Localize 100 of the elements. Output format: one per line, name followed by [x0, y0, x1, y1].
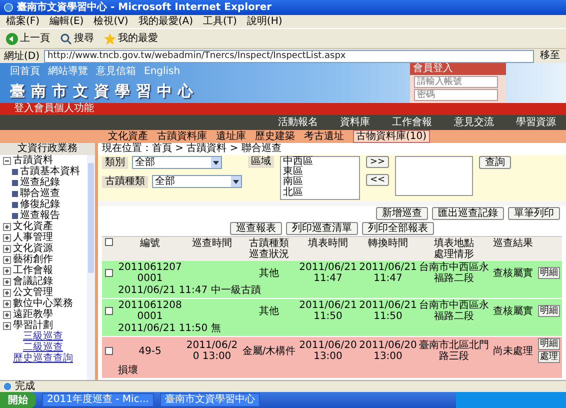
- select-all-checkbox[interactable]: [105, 238, 113, 246]
- sub-nav-link[interactable]: 歷史建築: [255, 131, 295, 142]
- tree-item[interactable]: 公文管理: [0, 287, 86, 298]
- add-button[interactable]: >>: [366, 156, 390, 168]
- sub-nav-link[interactable]: 遺址庫: [216, 131, 246, 142]
- column-header: 填表地點 處理情形: [418, 237, 490, 261]
- sub-nav-link[interactable]: 古蹟資料庫: [157, 131, 207, 142]
- action-button[interactable]: 單筆列印: [508, 207, 560, 220]
- action-button[interactable]: 新增巡查: [376, 207, 428, 220]
- expand-icon[interactable]: [3, 244, 11, 252]
- tree-item[interactable]: 古蹟基本資料: [0, 166, 86, 177]
- nav-link[interactable]: 資料庫: [340, 116, 370, 128]
- tree-item[interactable]: 學習計劃: [0, 320, 86, 331]
- kind-select[interactable]: 全部: [152, 175, 242, 188]
- selected-area-list[interactable]: [395, 156, 474, 196]
- sidebar-link[interactable]: 二級巡查: [0, 342, 86, 353]
- table-cell: 其他: [240, 261, 298, 285]
- expand-icon[interactable]: [3, 322, 11, 330]
- nav-link[interactable]: 活動報名: [278, 116, 318, 128]
- column-header: 巡查結果: [490, 237, 536, 261]
- sub-nav-link[interactable]: 考古遺址: [304, 131, 344, 142]
- go-button[interactable]: 移至: [538, 50, 562, 62]
- expand-icon[interactable]: [3, 234, 11, 242]
- back-button[interactable]: 上一頁: [4, 32, 52, 44]
- scrollbar[interactable]: [87, 155, 95, 380]
- menu-item[interactable]: 編輯(E): [50, 16, 84, 28]
- nav-link[interactable]: 意見交流: [454, 116, 494, 128]
- nav-link[interactable]: 工作會報: [392, 116, 432, 128]
- table-cell: 2011/06/21 11:50: [298, 299, 358, 323]
- list-option[interactable]: 北區: [283, 188, 357, 198]
- action-button[interactable]: 列印巡查清單: [286, 222, 358, 235]
- favorites-button[interactable]: 我的最愛: [102, 32, 160, 44]
- banner-link[interactable]: 回首頁: [10, 66, 40, 78]
- table-cell: 2011/06/20 13:00: [184, 337, 240, 365]
- menu-item[interactable]: 工具(T): [203, 16, 237, 28]
- star-icon: [104, 32, 116, 44]
- column-header: 巡查時間: [184, 237, 240, 261]
- action-button[interactable]: 巡查報表: [230, 222, 282, 235]
- header-cell: [536, 237, 562, 261]
- table-cell: 2011/06/21 11:50 無: [102, 323, 562, 337]
- expand-icon[interactable]: [3, 222, 11, 230]
- address-field[interactable]: http://www.tncb.gov.tw/webadmin/Tnercs/Inspect/InspectList.aspx: [44, 50, 534, 62]
- tree-item[interactable]: 文化資源: [0, 243, 86, 254]
- tree-item[interactable]: 文化資產: [0, 221, 86, 232]
- search-button[interactable]: 搜尋: [58, 32, 96, 44]
- menu-item[interactable]: 檢視(V): [94, 16, 128, 28]
- expand-icon[interactable]: [3, 278, 11, 286]
- field-label: 區域: [248, 156, 274, 168]
- menu-item[interactable]: 我的最愛(A): [138, 16, 193, 28]
- row-button[interactable]: 明細: [538, 338, 560, 350]
- expand-icon[interactable]: [3, 300, 11, 308]
- table-cell: 台南市中西區永福路二段: [418, 299, 490, 323]
- taskbar-button[interactable]: 2011年度巡查 - Mic...: [42, 393, 154, 407]
- row-checkbox[interactable]: [105, 347, 113, 355]
- tree-item[interactable]: 修復紀錄: [0, 199, 86, 210]
- window-title: 臺南市文資學習中心 - Microsoft Internet Explorer: [17, 2, 272, 14]
- tree-item[interactable]: 會議記錄: [0, 276, 86, 287]
- table-cell: 查核屬實: [490, 299, 536, 323]
- nav-link[interactable]: 學習資源: [516, 116, 556, 128]
- table-cell: 2011/06/21 11:47 中一級古蹟: [102, 285, 562, 299]
- menu-item[interactable]: 檔案(F): [6, 16, 40, 28]
- row-checkbox[interactable]: [105, 269, 113, 277]
- remove-button[interactable]: <<: [366, 174, 390, 186]
- breadcrumb: 現在位置：首頁 > 古蹟資料 > 聯合巡查: [101, 143, 282, 155]
- row-checkbox[interactable]: [105, 307, 113, 315]
- tree-item[interactable]: 藝術創作: [0, 254, 86, 265]
- tree-item[interactable]: 巡查紀錄: [0, 177, 86, 188]
- expand-icon[interactable]: [3, 266, 11, 274]
- start-button[interactable]: 開始: [0, 392, 36, 408]
- row-button[interactable]: 明細: [538, 266, 560, 278]
- site-title: 臺南市文資學習中心: [10, 82, 200, 100]
- field-label: 古蹟種類: [102, 176, 148, 188]
- area-list[interactable]: 中西區 東區 南區 北區: [280, 156, 360, 200]
- tree-item[interactable]: 巡查報告: [0, 210, 86, 221]
- menu-item[interactable]: 說明(H): [246, 16, 282, 28]
- tree-item[interactable]: 聯合巡查: [0, 188, 86, 199]
- sidebar-link[interactable]: 歷史巡查查詢: [0, 353, 86, 364]
- action-button[interactable]: 匯出巡查記錄: [432, 207, 504, 220]
- browser-icon: [4, 3, 13, 12]
- expand-icon[interactable]: [3, 310, 11, 318]
- tree-item[interactable]: 數位中心業務: [0, 298, 86, 309]
- action-button[interactable]: 列印全部報表: [362, 222, 434, 235]
- taskbar-button[interactable]: 臺南市文資學習中心: [160, 393, 260, 407]
- user-bar: 登入會員個人功能: [0, 103, 566, 115]
- tree-item[interactable]: 古蹟資料: [0, 155, 86, 166]
- query-button[interactable]: 查詢: [479, 156, 512, 169]
- collapse-icon[interactable]: [3, 156, 11, 164]
- sidebar-link[interactable]: 三級巡查: [0, 331, 86, 342]
- tree-item[interactable]: 工作會報: [0, 265, 86, 276]
- expand-icon[interactable]: [3, 256, 11, 264]
- row-button[interactable]: 處理: [538, 351, 560, 363]
- sub-nav-link[interactable]: 古物資料庫(10): [353, 130, 430, 143]
- search-icon: [60, 32, 72, 44]
- list-option[interactable]: 南區: [283, 177, 357, 188]
- tree-item[interactable]: 遠距教學: [0, 309, 86, 320]
- row-button[interactable]: 明細: [538, 304, 560, 316]
- sub-nav-link[interactable]: 文化資產: [108, 131, 148, 142]
- expand-icon[interactable]: [3, 288, 11, 296]
- tree-item[interactable]: 人事管理: [0, 232, 86, 243]
- category-select[interactable]: 全部: [132, 156, 222, 169]
